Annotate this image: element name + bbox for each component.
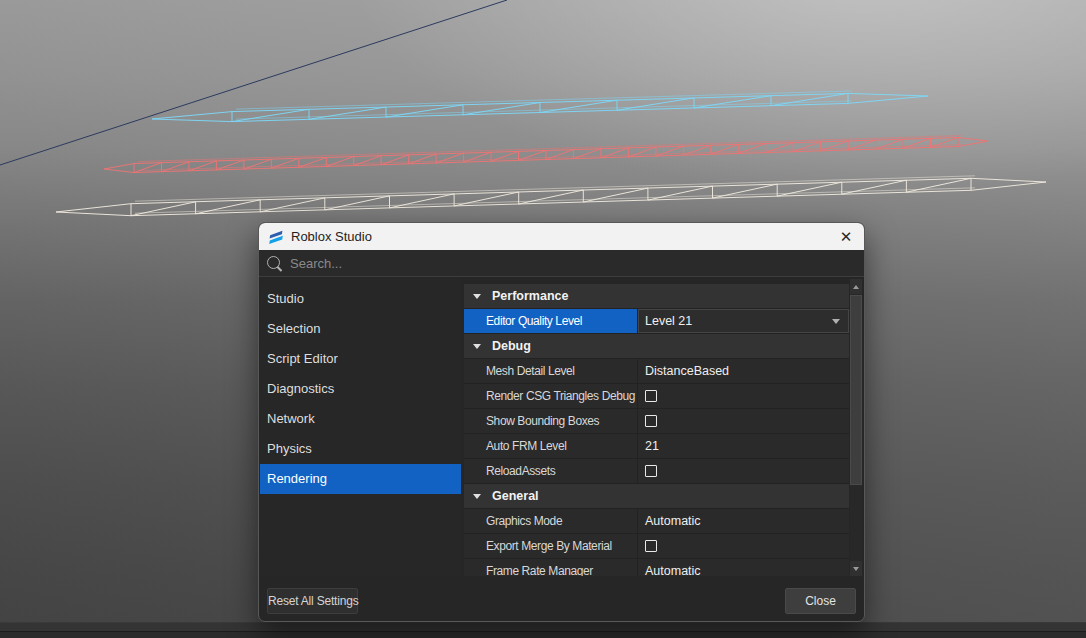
section-header-general[interactable]: General: [464, 484, 849, 509]
dropdown-value: Level 21: [645, 314, 692, 328]
search-bar[interactable]: [259, 250, 864, 277]
dialog-close-button[interactable]: ✕: [837, 228, 855, 246]
close-button[interactable]: Close: [785, 588, 856, 614]
section-label: Performance: [492, 289, 568, 303]
collapse-arrow-icon: [473, 294, 481, 299]
roblox-studio-logo-icon: [268, 229, 284, 245]
collapse-arrow-icon: [473, 344, 481, 349]
setting-label[interactable]: Auto FRM Level: [464, 434, 638, 458]
chevron-down-icon: [832, 319, 840, 324]
checkbox-unchecked[interactable]: [645, 415, 657, 427]
setting-value: Level 21: [638, 309, 849, 333]
scrollbar-thumb[interactable]: [850, 295, 862, 485]
dialog-footer: Reset All Settings Close: [260, 576, 865, 622]
setting-row-graphics-mode: Graphics ModeAutomatic: [464, 509, 849, 534]
settings-categories: StudioSelectionScript EditorDiagnosticsN…: [260, 278, 461, 576]
setting-value[interactable]: 21: [638, 434, 849, 458]
scroll-up-button[interactable]: [850, 279, 862, 294]
sidebar-item-studio[interactable]: Studio: [260, 284, 461, 314]
setting-row-frame-rate-manager: Frame Rate ManagerAutomatic: [464, 559, 849, 576]
setting-row-reloadassets: ReloadAssets: [464, 459, 849, 484]
sidebar-item-script-editor[interactable]: Script Editor: [260, 344, 461, 374]
scroll-up-icon: [853, 285, 859, 289]
sidebar-item-rendering[interactable]: Rendering: [260, 464, 461, 494]
sidebar-item-diagnostics[interactable]: Diagnostics: [260, 374, 461, 404]
dialog-title: Roblox Studio: [291, 229, 372, 244]
sidebar-item-network[interactable]: Network: [260, 404, 461, 434]
checkbox-unchecked[interactable]: [645, 465, 657, 477]
setting-row-export-merge-by-material: Export Merge By Material: [464, 534, 849, 559]
status-bar: [0, 622, 1086, 638]
search-icon: [267, 256, 282, 271]
section-label: Debug: [492, 339, 531, 353]
setting-label[interactable]: Render CSG Triangles Debug: [464, 384, 638, 408]
setting-row-mesh-detail-level: Mesh Detail LevelDistanceBased: [464, 359, 849, 384]
sidebar-item-selection[interactable]: Selection: [260, 314, 461, 344]
setting-value[interactable]: Automatic: [638, 509, 849, 533]
scrollbar[interactable]: [850, 279, 862, 576]
dropdown-editor-quality-level[interactable]: Level 21: [638, 309, 849, 333]
setting-label[interactable]: Mesh Detail Level: [464, 359, 638, 383]
section-label: General: [492, 489, 539, 503]
setting-label[interactable]: Frame Rate Manager: [464, 559, 638, 576]
collapse-arrow-icon: [473, 494, 481, 499]
setting-label[interactable]: Graphics Mode: [464, 509, 638, 533]
section-header-performance[interactable]: Performance: [464, 284, 849, 309]
settings-dialog: Roblox Studio ✕ StudioSelectionScript Ed…: [258, 222, 865, 622]
search-input[interactable]: [290, 256, 690, 271]
checkbox-unchecked[interactable]: [645, 390, 657, 402]
setting-row-render-csg-triangles-debug: Render CSG Triangles Debug: [464, 384, 849, 409]
sidebar-item-physics[interactable]: Physics: [260, 434, 461, 464]
setting-label[interactable]: Show Bounding Boxes: [464, 409, 638, 433]
setting-value[interactable]: Automatic: [638, 559, 849, 576]
settings-table: Performance Editor Quality Level Level 21 D…: [464, 278, 849, 576]
setting-label[interactable]: Editor Quality Level: [464, 309, 638, 333]
setting-row-show-bounding-boxes: Show Bounding Boxes: [464, 409, 849, 434]
setting-row-editor-quality-level: Editor Quality Level Level 21: [464, 309, 849, 334]
scroll-down-button[interactable]: [850, 561, 862, 576]
setting-value[interactable]: DistanceBased: [638, 359, 849, 383]
scroll-down-icon: [853, 567, 859, 571]
setting-value: [638, 384, 849, 408]
reset-all-settings-button[interactable]: Reset All Settings: [267, 588, 358, 614]
setting-label[interactable]: Export Merge By Material: [464, 534, 638, 558]
setting-value: [638, 409, 849, 433]
dialog-titlebar[interactable]: Roblox Studio ✕: [259, 223, 864, 250]
section-header-debug[interactable]: Debug: [464, 334, 849, 359]
setting-row-auto-frm-level: Auto FRM Level21: [464, 434, 849, 459]
checkbox-unchecked[interactable]: [645, 540, 657, 552]
setting-value: [638, 534, 849, 558]
dialog-content: StudioSelectionScript EditorDiagnosticsN…: [260, 278, 863, 576]
setting-value: [638, 459, 849, 483]
setting-label[interactable]: ReloadAssets: [464, 459, 638, 483]
